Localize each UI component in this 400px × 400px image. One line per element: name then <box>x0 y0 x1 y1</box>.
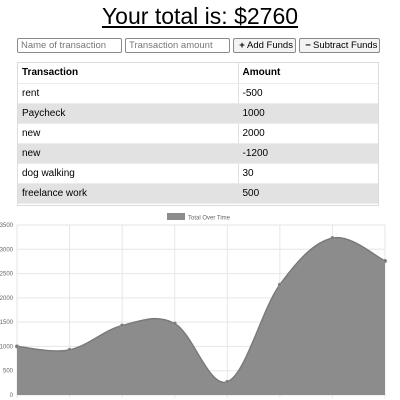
data-point <box>172 321 177 326</box>
y-tick-label: 3500 <box>0 223 14 229</box>
transaction-name-cell: new <box>18 123 239 144</box>
y-tick-label: 3000 <box>0 247 14 253</box>
total-heading: Your total is: $2760 <box>101 3 299 29</box>
transaction-amount-cell: 1000 <box>238 103 378 124</box>
y-tick-label: 500 <box>3 369 14 375</box>
subtract-funds-button[interactable]: − Subtract Funds <box>299 38 380 53</box>
table-row: new 2000 <box>18 123 378 144</box>
column-header-amount: Amount <box>238 63 378 84</box>
transaction-amount-cell: 500 <box>238 183 378 204</box>
data-point <box>14 344 20 349</box>
minus-icon: − <box>305 40 311 51</box>
transaction-name-cell: dog walking <box>18 163 239 184</box>
transactions-table-container[interactable]: Transaction Amount rent -500 Paycheck 10… <box>17 62 379 206</box>
column-header-transaction: Transaction <box>18 63 239 84</box>
table-header-row: Transaction Amount <box>18 63 378 84</box>
data-point <box>225 379 230 384</box>
y-tick-label: 0 <box>10 393 14 399</box>
add-funds-button[interactable]: + Add Funds <box>233 38 296 53</box>
transaction-name-cell: new <box>18 143 239 164</box>
table-row: Paycheck 1000 <box>18 103 378 124</box>
transactions-table: Transaction Amount rent -500 Paycheck 10… <box>18 63 378 204</box>
legend-swatch <box>167 213 185 220</box>
y-tick-label: 1500 <box>0 320 14 326</box>
legend-label: Total Over Time <box>188 216 231 222</box>
table-row: freelance work 500 <box>18 183 378 204</box>
data-point <box>330 236 335 241</box>
y-tick-label: 2000 <box>0 296 14 302</box>
transaction-amount-cell: -500 <box>238 83 378 104</box>
transaction-amount-cell: 2000 <box>238 123 378 144</box>
plus-icon: + <box>239 40 245 51</box>
transaction-amount-input[interactable] <box>125 38 230 53</box>
series-area <box>17 237 385 395</box>
total-over-time-chart: 0 500 1000 1500 2000 2500 3000 3500 Total Over … <box>0 213 388 399</box>
table-row: dog walking 30 <box>18 163 378 184</box>
table-row: rent -500 <box>18 83 378 104</box>
add-funds-label: Add Funds <box>247 40 293 51</box>
transaction-name-input[interactable] <box>17 38 122 53</box>
data-point <box>67 347 72 352</box>
y-tick-label: 2500 <box>0 272 14 278</box>
table-row: new -1200 <box>18 143 378 164</box>
transaction-name-cell: freelance work <box>18 183 239 204</box>
subtract-funds-label: Subtract Funds <box>313 40 378 51</box>
data-point <box>382 258 388 264</box>
transaction-name-cell: Paycheck <box>18 103 239 124</box>
transaction-amount-cell: 30 <box>238 163 378 184</box>
transaction-name-cell: rent <box>18 83 239 104</box>
data-point <box>120 323 125 328</box>
y-tick-label: 1000 <box>0 344 14 350</box>
data-point <box>277 282 282 287</box>
transaction-amount-cell: -1200 <box>238 143 378 164</box>
